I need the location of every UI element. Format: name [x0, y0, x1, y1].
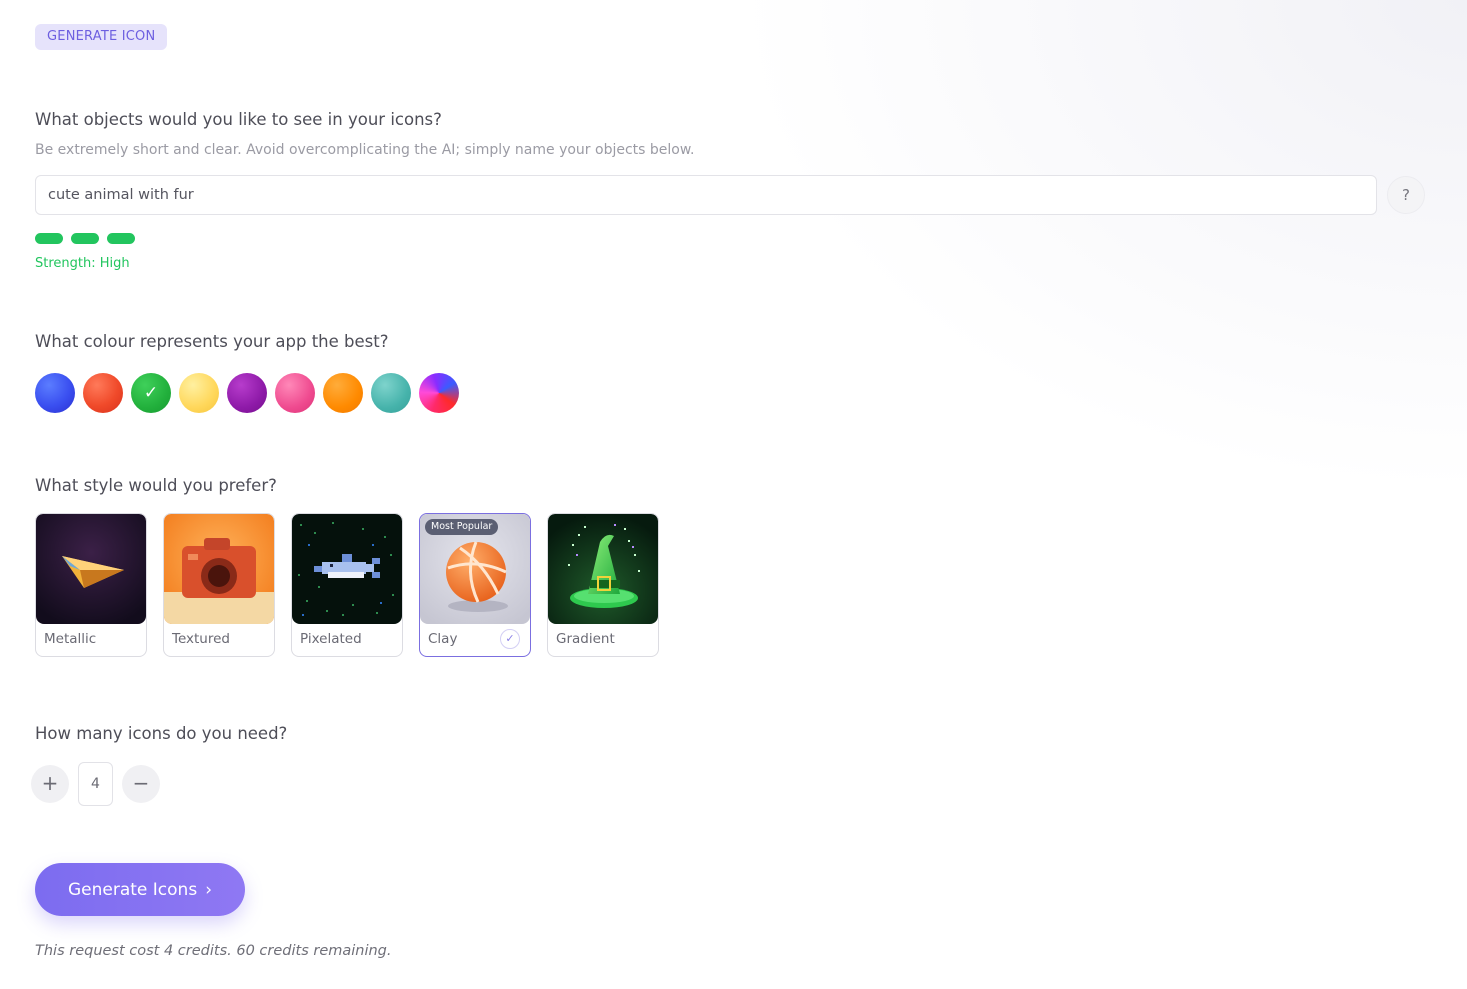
- strength-meter: [35, 233, 135, 244]
- style-label-gradient: Gradient: [556, 631, 615, 647]
- increment-button[interactable]: +: [31, 765, 69, 803]
- swatch-blue[interactable]: [35, 373, 75, 413]
- style-card-metallic[interactable]: Metallic: [35, 513, 147, 657]
- style-card-pixelated[interactable]: Pixelated: [291, 513, 403, 657]
- generate-icon-badge: GENERATE ICON: [35, 24, 168, 50]
- style-label-clay: Clay: [428, 631, 458, 647]
- swatch-green[interactable]: ✓: [131, 373, 171, 413]
- style-card-gradient[interactable]: Gradient: [547, 513, 659, 657]
- colour-swatches: ✓: [35, 373, 459, 413]
- style-label-metallic: Metallic: [44, 631, 97, 647]
- swatch-teal[interactable]: [371, 373, 411, 413]
- selected-check-icon: ✓: [500, 629, 520, 649]
- swatch-purple[interactable]: [227, 373, 267, 413]
- strength-bar-2: [71, 233, 99, 244]
- strength-bar-1: [35, 233, 63, 244]
- quantity-stepper: + 4 −: [31, 762, 160, 806]
- swatch-red[interactable]: [83, 373, 123, 413]
- style-card-clay[interactable]: Most Popular Clay ✓: [419, 513, 531, 657]
- decrement-button[interactable]: −: [122, 765, 160, 803]
- chevron-right-icon: ›: [205, 879, 212, 900]
- selected-check-icon: ✓: [143, 382, 159, 403]
- objects-question: What objects would you like to see in yo…: [35, 110, 442, 129]
- metallic-thumbnail: [36, 514, 146, 624]
- style-card-textured[interactable]: Textured: [163, 513, 275, 657]
- most-popular-tag: Most Popular: [425, 519, 499, 535]
- style-label-pixelated: Pixelated: [300, 631, 362, 647]
- textured-thumbnail: [164, 514, 274, 624]
- style-question: What style would you prefer?: [35, 476, 277, 495]
- swatch-pink[interactable]: [275, 373, 315, 413]
- swatch-orange[interactable]: [323, 373, 363, 413]
- strength-bar-3: [107, 233, 135, 244]
- colour-question: What colour represents your app the best…: [35, 332, 389, 351]
- quantity-value[interactable]: 4: [78, 762, 113, 806]
- help-button[interactable]: ?: [1387, 176, 1425, 214]
- clay-thumbnail: Most Popular: [420, 514, 530, 624]
- style-options: Metallic Textured Pixelated Most Popular…: [35, 513, 659, 657]
- generate-icons-button[interactable]: Generate Icons ›: [35, 863, 245, 916]
- credits-note: This request cost 4 credits. 60 credits …: [35, 943, 392, 959]
- strength-label: Strength: High: [35, 256, 130, 271]
- gradient-thumbnail: [548, 514, 658, 624]
- swatch-multicolor[interactable]: [419, 373, 459, 413]
- count-question: How many icons do you need?: [35, 724, 288, 743]
- swatch-yellow[interactable]: [179, 373, 219, 413]
- pixelated-thumbnail: [292, 514, 402, 624]
- objects-input[interactable]: [35, 175, 1377, 215]
- style-label-textured: Textured: [172, 631, 230, 647]
- objects-hint: Be extremely short and clear. Avoid over…: [35, 142, 695, 158]
- generate-icons-label: Generate Icons: [67, 879, 198, 900]
